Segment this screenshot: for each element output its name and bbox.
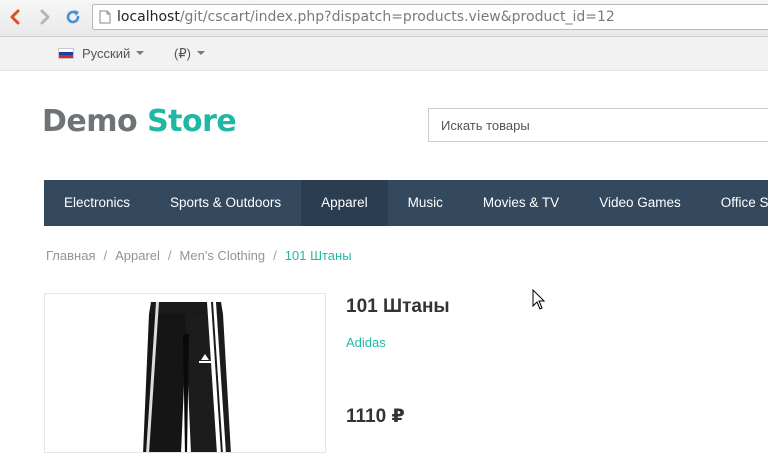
logo-part-demo: Demo	[42, 104, 138, 139]
russia-flag-icon	[58, 48, 74, 59]
reload-button[interactable]	[62, 6, 84, 28]
store-logo[interactable]: Demo Store	[42, 104, 237, 139]
product-title: 101 Штаны	[346, 296, 450, 317]
menu-item-electronics[interactable]: Electronics	[44, 180, 150, 226]
pants-image	[143, 302, 231, 452]
reload-icon	[66, 10, 80, 24]
breadcrumb: Главная / Apparel / Men's Clothing / 101 Штаны	[46, 248, 352, 263]
search-input[interactable]	[439, 117, 743, 134]
currency-selector[interactable]: (₽)	[174, 46, 205, 62]
url-path: /git/cscart/index.php?dispatch=products.…	[179, 9, 615, 25]
logo-part-store: Store	[147, 104, 237, 139]
product-brand-link[interactable]: Adidas	[346, 335, 386, 350]
chevron-down-icon	[196, 51, 205, 55]
breadcrumb-mens-clothing[interactable]: Men's Clothing	[180, 248, 266, 263]
page-icon	[99, 10, 111, 24]
product-price: 1110 ₽	[346, 406, 405, 427]
chevron-down-icon	[136, 50, 145, 55]
forward-button[interactable]	[34, 6, 56, 28]
breadcrumb-apparel[interactable]: Apparel	[115, 248, 160, 263]
menu-item-movies-tv[interactable]: Movies & TV	[463, 180, 579, 226]
currency-label: (₽)	[174, 46, 191, 61]
address-bar[interactable]: localhost/git/cscart/index.php?dispatch=…	[92, 4, 768, 30]
search-box	[428, 108, 768, 142]
menu-item-office-supplies[interactable]: Office Sup	[701, 180, 768, 226]
menu-item-sports-outdoors[interactable]: Sports & Outdoors	[150, 180, 301, 226]
breadcrumb-separator: /	[273, 248, 277, 263]
main-menu: Electronics Sports & Outdoors Apparel Mu…	[44, 180, 768, 226]
back-button[interactable]	[4, 6, 26, 28]
language-label: Русский	[82, 46, 131, 61]
menu-item-music[interactable]: Music	[388, 180, 463, 226]
url-text: localhost/git/cscart/index.php?dispatch=…	[117, 9, 615, 25]
top-bar: Русский (₽)	[0, 37, 768, 71]
breadcrumb-separator: /	[167, 248, 172, 263]
menu-item-apparel[interactable]: Apparel	[301, 180, 388, 226]
product-image[interactable]	[44, 293, 326, 453]
breadcrumb-home[interactable]: Главная	[46, 248, 95, 263]
back-arrow-icon	[10, 9, 20, 25]
forward-arrow-icon	[40, 9, 50, 25]
breadcrumb-separator: /	[103, 248, 108, 263]
menu-item-video-games[interactable]: Video Games	[579, 180, 701, 226]
breadcrumb-current: 101 Штаны	[284, 248, 352, 263]
browser-toolbar: localhost/git/cscart/index.php?dispatch=…	[0, 0, 768, 37]
language-selector[interactable]: Русский	[58, 46, 145, 61]
url-host: localhost	[117, 9, 180, 25]
mouse-cursor-icon	[532, 289, 546, 310]
